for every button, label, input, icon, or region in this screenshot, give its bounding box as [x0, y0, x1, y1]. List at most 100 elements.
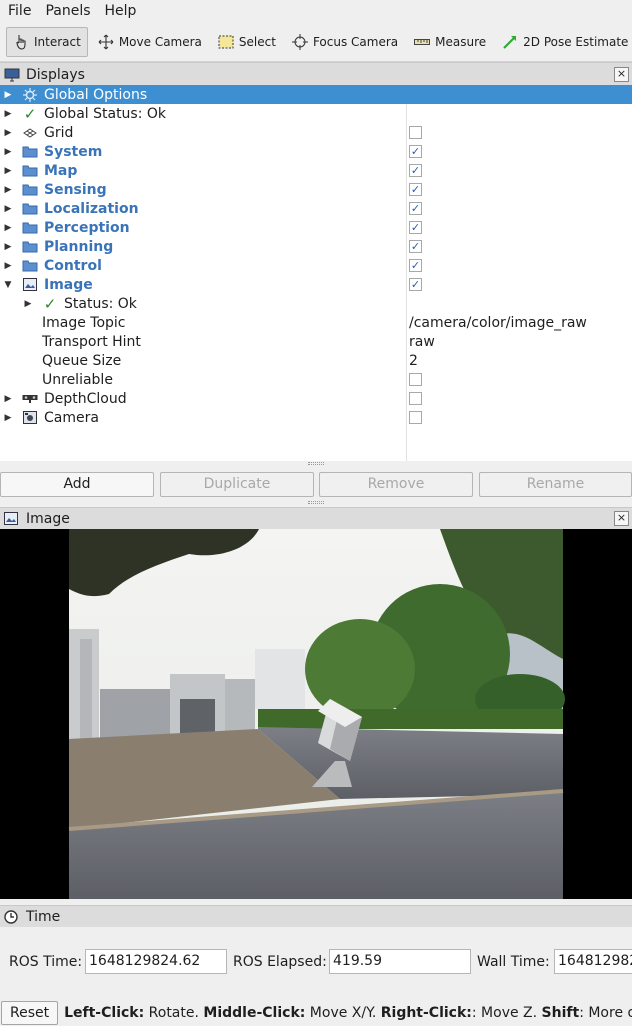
- planning-checkbox[interactable]: ✓: [409, 240, 422, 253]
- expand-arrow-icon[interactable]: ▶: [3, 261, 13, 271]
- clock-icon: [4, 909, 20, 924]
- tree-row-camera[interactable]: ▶ Camera: [0, 408, 632, 427]
- add-button[interactable]: Add: [0, 472, 154, 497]
- queue-size-label: Queue Size: [42, 352, 122, 369]
- status-bar: Reset Left-Click: Rotate. Middle-Click: …: [0, 1000, 632, 1026]
- tree-row-image-topic[interactable]: Image Topic /camera/color/image_raw: [0, 313, 632, 332]
- image-checkbox[interactable]: ✓: [409, 278, 422, 291]
- focus-camera-tool-button[interactable]: Focus Camera: [286, 27, 404, 57]
- left-click-desc: Rotate.: [144, 1005, 204, 1021]
- expand-arrow-icon[interactable]: ▶: [3, 204, 13, 214]
- displays-title: Displays: [26, 66, 85, 83]
- menu-file[interactable]: File: [8, 3, 31, 19]
- tree-row-depthcloud[interactable]: ▶ DepthCloud: [0, 389, 632, 408]
- image-panel-close-button[interactable]: ×: [614, 511, 629, 526]
- splitter-handle[interactable]: [308, 501, 324, 504]
- tree-row-localization[interactable]: ▶ Localization ✓: [0, 199, 632, 218]
- tree-row-sensing[interactable]: ▶ Sensing ✓: [0, 180, 632, 199]
- reset-button[interactable]: Reset: [1, 1001, 59, 1025]
- tree-row-global-options[interactable]: ▶ Global Options: [0, 85, 632, 104]
- right-click-key: Right-Click:: [380, 1005, 472, 1021]
- grid-checkbox[interactable]: [409, 126, 422, 139]
- camera-image-view[interactable]: [0, 529, 632, 899]
- move-camera-tool-button[interactable]: Move Camera: [92, 27, 208, 57]
- expand-arrow-icon[interactable]: ▶: [3, 223, 13, 233]
- depthcloud-checkbox[interactable]: [409, 392, 422, 405]
- expand-arrow-icon[interactable]: ▶: [3, 185, 13, 195]
- image-topic-value[interactable]: /camera/color/image_raw: [409, 315, 587, 331]
- tree-row-control[interactable]: ▶ Control ✓: [0, 256, 632, 275]
- expand-arrow-icon[interactable]: ▶: [3, 166, 13, 176]
- middle-click-key: Middle-Click:: [203, 1005, 306, 1021]
- select-tool-button[interactable]: Select: [212, 27, 282, 57]
- move-arrows-icon: [98, 34, 114, 50]
- tree-row-queue-size[interactable]: Queue Size 2: [0, 351, 632, 370]
- select-label: Select: [238, 34, 276, 49]
- expand-arrow-icon[interactable]: ▶: [3, 128, 13, 138]
- camera-image: [0, 529, 632, 899]
- transport-hint-value[interactable]: raw: [409, 334, 435, 350]
- displays-tree: ▶ Global Options ▶ ✓ Global Status: Ok ▶…: [0, 85, 632, 461]
- expand-arrow-icon[interactable]: ▶: [3, 394, 13, 404]
- pose-estimate-tool-button[interactable]: 2D Pose Estimate: [496, 27, 632, 57]
- tree-row-unreliable[interactable]: Unreliable: [0, 370, 632, 389]
- image-icon: [22, 277, 38, 293]
- queue-size-value[interactable]: 2: [409, 353, 418, 369]
- folder-icon: [22, 220, 38, 236]
- hand-pointer-icon: [13, 34, 29, 50]
- planning-label: Planning: [44, 238, 114, 255]
- image-topic-label: Image Topic: [42, 314, 126, 331]
- perception-label: Perception: [44, 219, 130, 236]
- perception-checkbox[interactable]: ✓: [409, 221, 422, 234]
- depthcloud-label: DepthCloud: [44, 390, 127, 407]
- folder-icon: [22, 258, 38, 274]
- camera-checkbox[interactable]: [409, 411, 422, 424]
- expand-arrow-icon[interactable]: ▶: [3, 413, 13, 423]
- system-checkbox[interactable]: ✓: [409, 145, 422, 158]
- tree-row-perception[interactable]: ▶ Perception ✓: [0, 218, 632, 237]
- pose-estimate-label: 2D Pose Estimate: [523, 34, 629, 49]
- interact-label: Interact: [34, 34, 81, 49]
- gear-icon: [22, 87, 38, 103]
- tree-row-grid[interactable]: ▶ Grid: [0, 123, 632, 142]
- splitter-handle[interactable]: [308, 462, 324, 465]
- folder-icon: [22, 144, 38, 160]
- expand-arrow-icon[interactable]: ▶: [3, 242, 13, 252]
- sensing-checkbox[interactable]: ✓: [409, 183, 422, 196]
- map-checkbox[interactable]: ✓: [409, 164, 422, 177]
- menu-panels[interactable]: Panels: [45, 3, 90, 19]
- image-panel-header: Image ×: [0, 507, 632, 529]
- remove-button[interactable]: Remove: [319, 472, 473, 497]
- crosshair-icon: [291, 33, 308, 50]
- expand-arrow-icon[interactable]: ▶: [3, 147, 13, 157]
- tree-row-map[interactable]: ▶ Map ✓: [0, 161, 632, 180]
- displays-panel-header: Displays ×: [0, 62, 632, 86]
- camera-icon: [22, 410, 38, 426]
- tree-row-system[interactable]: ▶ System ✓: [0, 142, 632, 161]
- expand-arrow-icon[interactable]: ▶: [23, 299, 33, 309]
- tree-row-image-status[interactable]: ▶ ✓ Status: Ok: [0, 294, 632, 313]
- tree-row-global-status[interactable]: ▶ ✓ Global Status: Ok: [0, 104, 632, 123]
- interact-tool-button[interactable]: Interact: [6, 26, 88, 57]
- ros-elapsed-field[interactable]: 419.59: [329, 949, 471, 974]
- menu-help[interactable]: Help: [105, 3, 137, 19]
- measure-tool-button[interactable]: Measure: [408, 27, 492, 57]
- transport-hint-label: Transport Hint: [42, 333, 141, 350]
- tree-row-image[interactable]: ▼ Image ✓: [0, 275, 632, 294]
- collapse-arrow-icon[interactable]: ▼: [3, 280, 13, 290]
- unreliable-checkbox[interactable]: [409, 373, 422, 386]
- green-arrow-icon: [502, 34, 518, 50]
- right-click-desc: : Move Z.: [471, 1005, 542, 1021]
- ros-time-field[interactable]: 1648129824.62: [85, 949, 227, 974]
- expand-arrow-icon[interactable]: ▶: [3, 109, 13, 119]
- duplicate-button[interactable]: Duplicate: [160, 472, 314, 497]
- localization-checkbox[interactable]: ✓: [409, 202, 422, 215]
- control-checkbox[interactable]: ✓: [409, 259, 422, 272]
- time-panel-title: Time: [26, 908, 61, 925]
- tree-row-planning[interactable]: ▶ Planning ✓: [0, 237, 632, 256]
- expand-arrow-icon[interactable]: ▶: [3, 90, 13, 100]
- tree-row-transport-hint[interactable]: Transport Hint raw: [0, 332, 632, 351]
- rename-button[interactable]: Rename: [479, 472, 632, 497]
- displays-close-button[interactable]: ×: [614, 67, 629, 82]
- wall-time-field[interactable]: 1648129824: [554, 949, 632, 974]
